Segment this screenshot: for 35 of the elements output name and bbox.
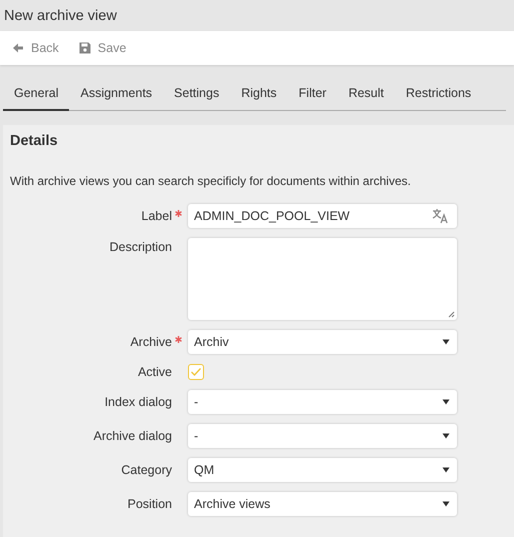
tab[interactable]: Rights — [230, 78, 288, 111]
field-label: Archive — [130, 335, 172, 349]
resize-grip-icon[interactable] — [447, 310, 455, 318]
caret-icon — [442, 501, 450, 507]
checkbox[interactable] — [188, 364, 204, 380]
dropdown[interactable]: - — [188, 390, 457, 414]
caret-icon — [442, 339, 450, 345]
description-field[interactable] — [188, 238, 457, 320]
caret-icon — [442, 467, 450, 473]
field-label: Category — [121, 463, 172, 477]
check-icon — [190, 367, 202, 377]
field-label: Label — [141, 209, 172, 223]
dropdown[interactable]: - — [188, 424, 457, 448]
tab[interactable]: Assignments — [69, 78, 164, 111]
window-title: New archive view — [4, 8, 117, 24]
field-label: Active — [138, 365, 172, 379]
field-label: Description — [109, 240, 172, 254]
section-title: Details — [10, 132, 59, 151]
section-description: With archive views you can search specificly for documents within archives. — [10, 174, 412, 188]
caret-icon — [442, 433, 450, 439]
back-arrow-icon — [12, 42, 24, 54]
dropdown[interactable]: Archive views — [188, 492, 457, 516]
field-label: Index dialog — [104, 395, 172, 409]
tab[interactable]: General — [3, 78, 70, 111]
tab[interactable]: Restrictions — [394, 78, 482, 111]
dropdown[interactable]: QM — [188, 458, 457, 482]
label-field[interactable]: ADMIN_DOC_POOL_VIEW — [188, 204, 457, 228]
caret-icon — [442, 399, 450, 405]
field-label: Archive dialog — [93, 429, 172, 443]
translate-icon[interactable] — [432, 208, 450, 224]
dropdown[interactable]: Archiv — [188, 330, 457, 354]
tab[interactable]: Settings — [163, 78, 230, 111]
tab[interactable]: Filter — [288, 78, 338, 111]
tab[interactable]: Result — [337, 78, 395, 111]
field-label: Position — [128, 497, 172, 511]
